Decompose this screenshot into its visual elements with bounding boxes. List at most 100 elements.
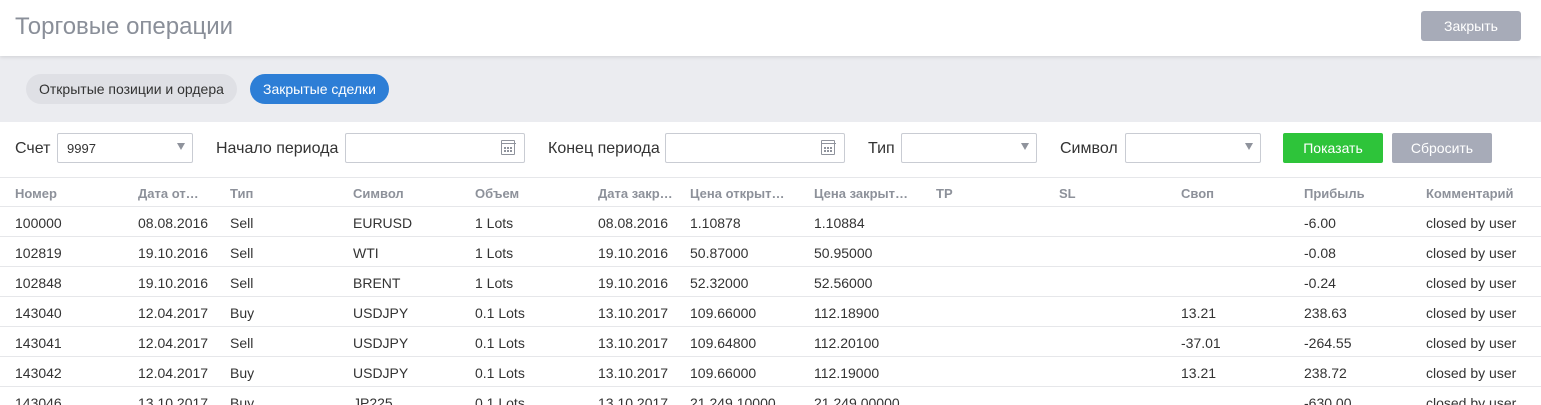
table-row[interactable]: 143040 12.04.2017 Buy USDJPY 0.1 Lots 13.10.2… [0,297,1541,327]
end-date-input[interactable] [665,133,845,163]
cell-volume: 0.1 Lots [475,365,525,381]
cell-number: 143042 [15,365,62,381]
cell-close-price: 1.10884 [814,215,865,231]
account-select[interactable]: 9997 [57,133,193,163]
cell-profit: -630.00 [1304,395,1352,405]
cell-profit: 238.63 [1304,305,1347,321]
cell-volume: 1 Lots [475,275,514,291]
symbol-label: Символ [1060,140,1118,157]
column-header-sl[interactable]: SL [1059,186,1169,201]
start-date-label: Начало периода [216,140,339,157]
table-row[interactable]: 143041 12.04.2017 Sell USDJPY 0.1 Lots 13.10.… [0,327,1541,357]
cell-open-price: 1.10878 [690,215,741,231]
cell-open-date: 13.10.2017 [138,395,209,405]
cell-open-price: 109.66000 [690,305,757,321]
column-header-number[interactable]: Номер [15,186,125,201]
cell-symbol: EURUSD [353,215,413,231]
calendar-icon[interactable] [820,140,836,155]
tab-open-positions[interactable]: Открытые позиции и ордера [26,74,237,104]
symbol-select[interactable] [1125,133,1261,163]
page-title: Торговые операции [15,13,234,40]
cell-symbol: USDJPY [353,305,409,321]
cell-close-date: 13.10.2017 [598,365,669,381]
cell-open-date: 08.08.2016 [138,215,209,231]
cell-comment: closed by user [1426,335,1517,351]
cell-volume: 1 Lots [475,215,514,231]
type-select[interactable] [901,133,1037,163]
cell-open-date: 19.10.2016 [138,275,209,291]
cell-open-price: 109.66000 [690,365,757,381]
table-row[interactable]: 100000 08.08.2016 Sell EURUSD 1 Lots 08.08.20… [0,207,1541,237]
tab-closed-deals[interactable]: Закрытые сделки [250,74,389,104]
show-button[interactable]: Показать [1283,133,1383,163]
cell-type: Buy [230,365,255,381]
calendar-icon[interactable] [500,140,516,155]
close-button[interactable]: Закрыть [1421,11,1521,41]
column-header-close-date[interactable]: Дата закр… [598,186,683,201]
column-header-type[interactable]: Тип [230,186,340,201]
column-header-open-date[interactable]: Дата от… [138,186,218,201]
column-header-comment[interactable]: Комментарий [1426,186,1536,201]
cell-close-date: 19.10.2016 [598,275,669,291]
column-header-profit[interactable]: Прибыль [1304,186,1414,201]
reset-button[interactable]: Сбросить [1392,133,1492,163]
cell-profit: -6.00 [1304,215,1336,231]
column-header-volume[interactable]: Объем [475,186,585,201]
cell-close-price: 112.19000 [814,365,880,381]
cell-swap: 13.21 [1181,305,1217,321]
cell-swap: -37.01 [1181,335,1221,351]
column-header-symbol[interactable]: Символ [353,186,463,201]
cell-type: Sell [230,245,254,261]
table-row[interactable]: 143042 12.04.2017 Buy USDJPY 0.1 Lots 13.10.2… [0,357,1541,387]
column-header-swap[interactable]: Своп [1181,186,1291,201]
cell-close-price: 112.20100 [814,335,880,351]
cell-comment: closed by user [1426,275,1517,291]
cell-symbol: BRENT [353,275,401,291]
cell-open-date: 19.10.2016 [138,245,209,261]
cell-comment: closed by user [1426,245,1517,261]
cell-volume: 1 Lots [475,245,514,261]
cell-symbol: USDJPY [353,335,409,351]
cell-profit: -264.55 [1304,335,1352,351]
cell-close-date: 13.10.2017 [598,395,669,405]
account-label: Счет [15,140,51,157]
table-row[interactable]: 102819 19.10.2016 Sell WTI 1 Lots 19.10.2016 5… [0,237,1541,267]
cell-close-price: 112.18900 [814,305,880,321]
table-row[interactable]: 102848 19.10.2016 Sell BRENT 1 Lots 19.10.201… [0,267,1541,297]
end-date-label: Конец периода [548,140,660,157]
cell-close-price: 52.56000 [814,275,873,291]
cell-close-date: 13.10.2017 [598,335,669,351]
tabs-bar: Открытые позиции и ордера Закрытые сделк… [0,56,1541,122]
cell-number: 143046 [15,395,62,405]
cell-volume: 0.1 Lots [475,305,525,321]
type-label: Тип [868,140,895,157]
chevron-down-icon [1245,143,1253,150]
cell-open-price: 109.64800 [690,335,757,351]
cell-volume: 0.1 Lots [475,395,525,405]
cell-open-date: 12.04.2017 [138,365,209,381]
cell-symbol: USDJPY [353,365,409,381]
column-header-close-price[interactable]: Цена закрыт… [814,186,926,201]
cell-type: Sell [230,215,254,231]
page-header: Торговые операции Закрыть [0,0,1541,56]
cell-comment: closed by user [1426,395,1517,405]
cell-number: 102819 [15,245,62,261]
filter-bar: Счет 9997 Начало периода Конец периода Т… [0,122,1541,178]
cell-number: 100000 [15,215,62,231]
cell-open-price: 52.32000 [690,275,749,291]
cell-close-date: 08.08.2016 [598,215,669,231]
chevron-down-icon [1021,143,1029,150]
cell-open-date: 12.04.2017 [138,305,209,321]
cell-volume: 0.1 Lots [475,335,525,351]
column-header-tp[interactable]: TP [936,186,1046,201]
cell-comment: closed by user [1426,215,1517,231]
start-date-input[interactable] [345,133,525,163]
cell-open-price: 50.87000 [690,245,749,261]
cell-number: 102848 [15,275,62,291]
cell-close-price: 50.95000 [814,245,873,261]
column-header-open-price[interactable]: Цена открыт… [690,186,802,201]
cell-close-price: 21 249.00000 [814,395,900,405]
table-row[interactable]: 143046 13.10.2017 Buy JP225 0.1 Lots 13.10.20… [0,387,1541,405]
cell-symbol: WTI [353,245,379,261]
cell-close-date: 19.10.2016 [598,245,669,261]
